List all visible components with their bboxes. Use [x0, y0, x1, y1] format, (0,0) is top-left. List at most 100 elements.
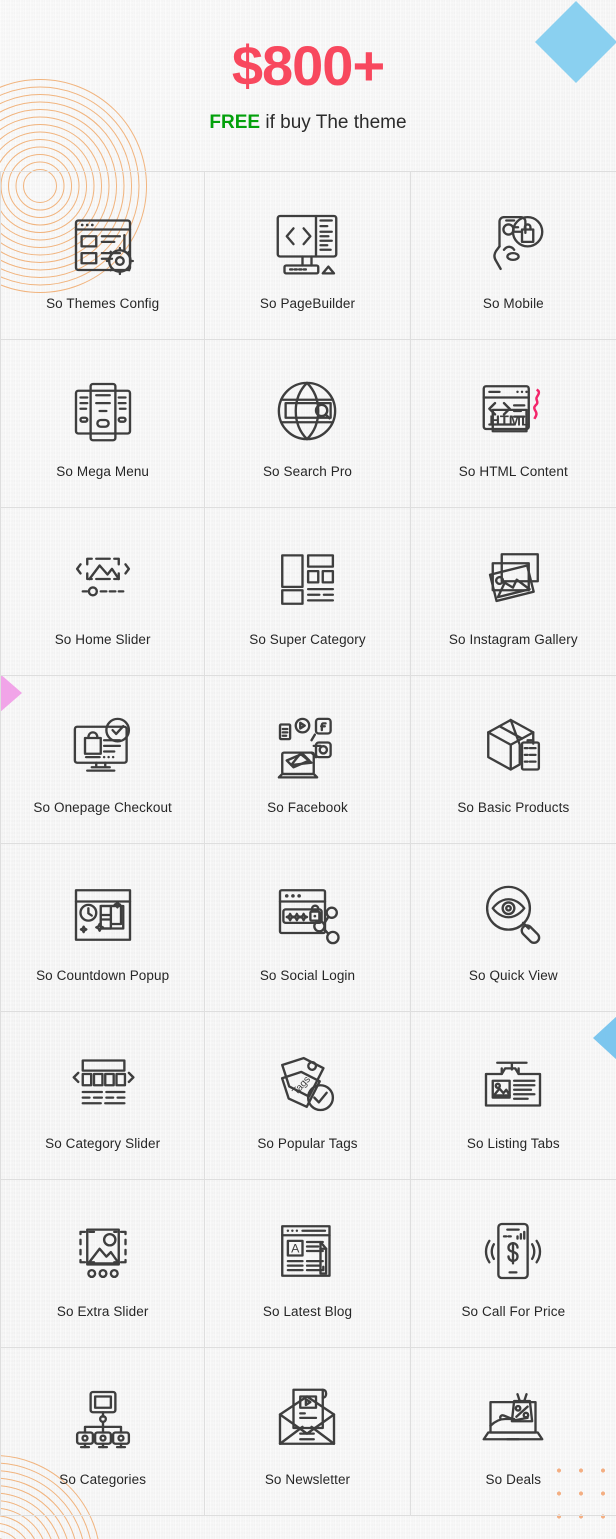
icon-wrap	[271, 878, 343, 952]
icon-wrap	[271, 1214, 343, 1288]
extension-label: So Deals	[485, 1472, 542, 1487]
extension-label: So Mega Menu	[56, 464, 150, 479]
extra-slider-icon	[78, 1228, 127, 1279]
extensions-grid: So Themes Config So PageBuilder So Mobile S…	[0, 171, 616, 1516]
icon-wrap	[271, 542, 343, 616]
icon-wrap	[477, 206, 549, 280]
extension-label: So Quick View	[468, 968, 558, 983]
extension-label: So Category Slider	[45, 1136, 161, 1151]
extension-cell[interactable]: So Mega Menu	[0, 340, 206, 508]
extension-label: So Extra Slider	[56, 1304, 149, 1319]
extension-cell[interactable]: So Deals	[410, 1348, 616, 1516]
categories-icon	[75, 1390, 130, 1449]
extension-label: So Mobile	[482, 296, 544, 311]
extension-label: So Instagram Gallery	[448, 632, 578, 647]
price-title: $800+	[231, 34, 385, 97]
extension-cell[interactable]: So Basic Products	[410, 676, 616, 844]
extension-cell[interactable]: So Facebook	[205, 676, 411, 844]
extension-cell[interactable]: So Instagram Gallery	[410, 508, 616, 676]
extension-cell[interactable]: So Countdown Popup	[0, 844, 206, 1012]
header: $800+ FREE if buy The theme	[0, 0, 616, 134]
icon-wrap	[67, 1046, 139, 1120]
free-word: FREE	[209, 112, 261, 133]
extension-cell[interactable]: So Extra Slider	[0, 1180, 206, 1348]
countdown-popup-icon	[74, 889, 131, 941]
extension-label: So Social Login	[259, 968, 356, 983]
extension-cell[interactable]: So Onepage Checkout	[0, 676, 206, 844]
extension-label: So Super Category	[249, 632, 366, 647]
icon-wrap	[67, 206, 139, 280]
instagram-gallery-icon	[489, 553, 540, 603]
extension-cell[interactable]: So PageBuilder	[205, 172, 411, 340]
subtitle-rest: if buy The theme	[260, 112, 407, 133]
search-pro-icon	[278, 381, 337, 441]
icon-wrap	[271, 710, 343, 784]
social-login-icon	[279, 889, 341, 945]
extension-cell[interactable]: So Call For Price	[410, 1180, 616, 1348]
extension-cell[interactable]: So Popular Tags	[205, 1012, 411, 1180]
extension-label: So Newsletter	[264, 1472, 351, 1487]
quick-view-icon	[486, 885, 543, 947]
extension-cell[interactable]: So Home Slider	[0, 508, 206, 676]
deals-icon	[482, 1393, 544, 1441]
extension-cell[interactable]: So Categories	[0, 1348, 206, 1516]
onepage-checkout-icon	[73, 717, 130, 772]
popular-tags-icon	[281, 1052, 335, 1113]
latest-blog-icon	[281, 1225, 332, 1277]
extension-label: So Countdown Popup	[36, 968, 170, 983]
extension-cell[interactable]: So Search Pro	[205, 340, 411, 508]
extension-label: So Latest Blog	[262, 1304, 353, 1319]
extension-cell[interactable]: So Super Category	[205, 508, 411, 676]
icon-wrap	[67, 1382, 139, 1456]
subtitle: FREE if buy The theme	[0, 112, 616, 134]
mega-menu-icon	[74, 382, 131, 442]
newsletter-icon	[279, 1388, 336, 1445]
category-slider-icon	[72, 1059, 135, 1105]
extension-cell[interactable]: So Social Login	[205, 844, 411, 1012]
icon-wrap	[271, 1382, 343, 1456]
extension-label: So Onepage Checkout	[33, 800, 172, 815]
icon-wrap	[477, 374, 549, 448]
html-content-icon	[482, 385, 541, 433]
extension-label: So PageBuilder	[259, 296, 356, 311]
icon-wrap	[477, 1382, 549, 1456]
icon-wrap	[271, 374, 343, 448]
icon-wrap	[477, 1046, 549, 1120]
extension-label: So Themes Config	[46, 296, 160, 311]
icon-wrap	[477, 710, 549, 784]
icon-wrap	[477, 1214, 549, 1288]
extension-label: So Categories	[59, 1472, 147, 1487]
extension-cell[interactable]: So Newsletter	[205, 1348, 411, 1516]
extension-label: So Home Slider	[54, 632, 151, 647]
extension-label: So Listing Tabs	[466, 1136, 560, 1151]
basic-products-icon	[487, 718, 541, 771]
extension-label: So Basic Products	[457, 800, 570, 815]
extension-label: So HTML Content	[458, 464, 568, 479]
extension-cell[interactable]: So Listing Tabs	[410, 1012, 616, 1180]
extension-cell[interactable]: So Quick View	[410, 844, 616, 1012]
icon-wrap	[67, 374, 139, 448]
call-for-price-icon	[485, 1222, 542, 1280]
facebook-icon	[278, 717, 333, 779]
extension-label: So Facebook	[267, 800, 348, 815]
icon-wrap	[271, 206, 343, 280]
home-slider-icon	[75, 557, 130, 597]
super-category-icon	[281, 554, 335, 605]
icon-wrap	[67, 710, 139, 784]
extension-cell[interactable]: So Latest Blog	[205, 1180, 411, 1348]
extension-cell[interactable]: So Mobile	[410, 172, 616, 340]
icon-wrap	[477, 542, 549, 616]
themes-config-icon	[74, 219, 134, 276]
extension-label: So Popular Tags	[257, 1136, 358, 1151]
extension-label: So Search Pro	[262, 464, 353, 479]
icon-wrap	[271, 1046, 343, 1120]
icon-wrap	[477, 878, 549, 952]
extension-cell[interactable]: So Themes Config	[0, 172, 206, 340]
pagebuilder-icon	[277, 214, 338, 275]
extension-cell[interactable]: So Category Slider	[0, 1012, 206, 1180]
icon-wrap	[67, 1214, 139, 1288]
icon-wrap	[67, 542, 139, 616]
listing-tabs-icon	[485, 1061, 542, 1107]
extension-cell[interactable]: So HTML Content	[410, 340, 616, 508]
mobile-icon	[493, 215, 544, 271]
